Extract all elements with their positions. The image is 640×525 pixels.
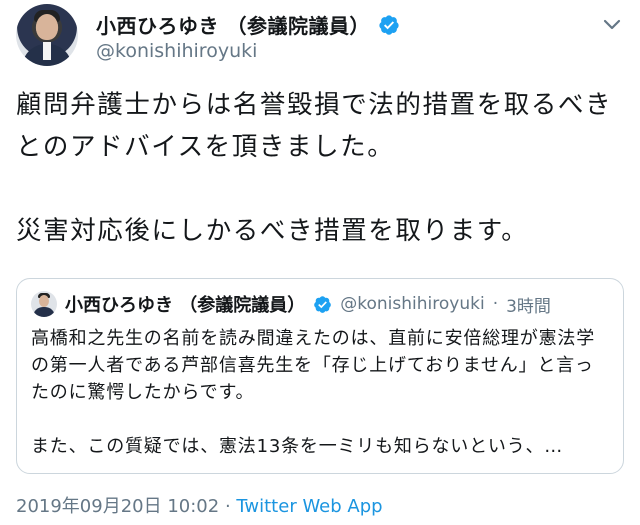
author-name-row: 小西ひろゆき （参議院議員） — [96, 10, 400, 39]
chevron-down-icon[interactable] — [600, 12, 624, 36]
tweet-header: 小西ひろゆき （参議院議員） @konishihiroyuki — [16, 4, 624, 70]
quoted-tweet-header: 小西ひろゆき （参議院議員） @konishihiroyuki · 3時間 — [31, 291, 551, 317]
tweet-source-link[interactable]: Twitter Web App — [236, 496, 382, 517]
quoted-avatar — [31, 291, 57, 317]
author-display-name[interactable]: 小西ひろゆき （参議院議員） — [96, 10, 370, 39]
quoted-time: 3時間 — [506, 296, 551, 317]
quoted-tweet-text: 高橋和之先生の名前を読み間違えたのは、直前に安倍総理が憲法学の第一人者である芦部… — [31, 325, 611, 460]
author-handle[interactable]: @konishihiroyuki — [96, 40, 257, 62]
meta-separator: · — [219, 496, 237, 517]
tweet-meta: 2019年09月20日 10:02 · Twitter Web App — [16, 492, 383, 518]
verified-badge-icon — [379, 14, 399, 35]
quoted-paragraph: また、この質疑では、憲法13条を一ミリも知らないという、… — [31, 436, 564, 457]
quoted-tweet[interactable]: 小西ひろゆき （参議院議員） @konishihiroyuki · 3時間 高橋… — [16, 278, 624, 474]
quoted-separator: · — [492, 294, 499, 314]
quoted-paragraph: 高橋和之先生の名前を読み間違えたのは、直前に安倍総理が憲法学の第一人者である芦部… — [31, 328, 595, 403]
tweet-text: 顧問弁護士からは名誉毀損で法的措置を取るべきとのアドバイスを頂きました。 災害対… — [16, 90, 613, 246]
quoted-handle: @konishihiroyuki — [340, 294, 485, 314]
tweet-timestamp[interactable]: 2019年09月20日 10:02 — [16, 496, 219, 517]
tweet-card: 小西ひろゆき （参議院議員） @konishihiroyuki 顧問弁護士からは… — [0, 0, 640, 525]
quoted-display-name: 小西ひろゆき （参議院議員） — [65, 295, 306, 316]
verified-badge-icon — [314, 295, 332, 313]
avatar[interactable] — [16, 4, 78, 66]
